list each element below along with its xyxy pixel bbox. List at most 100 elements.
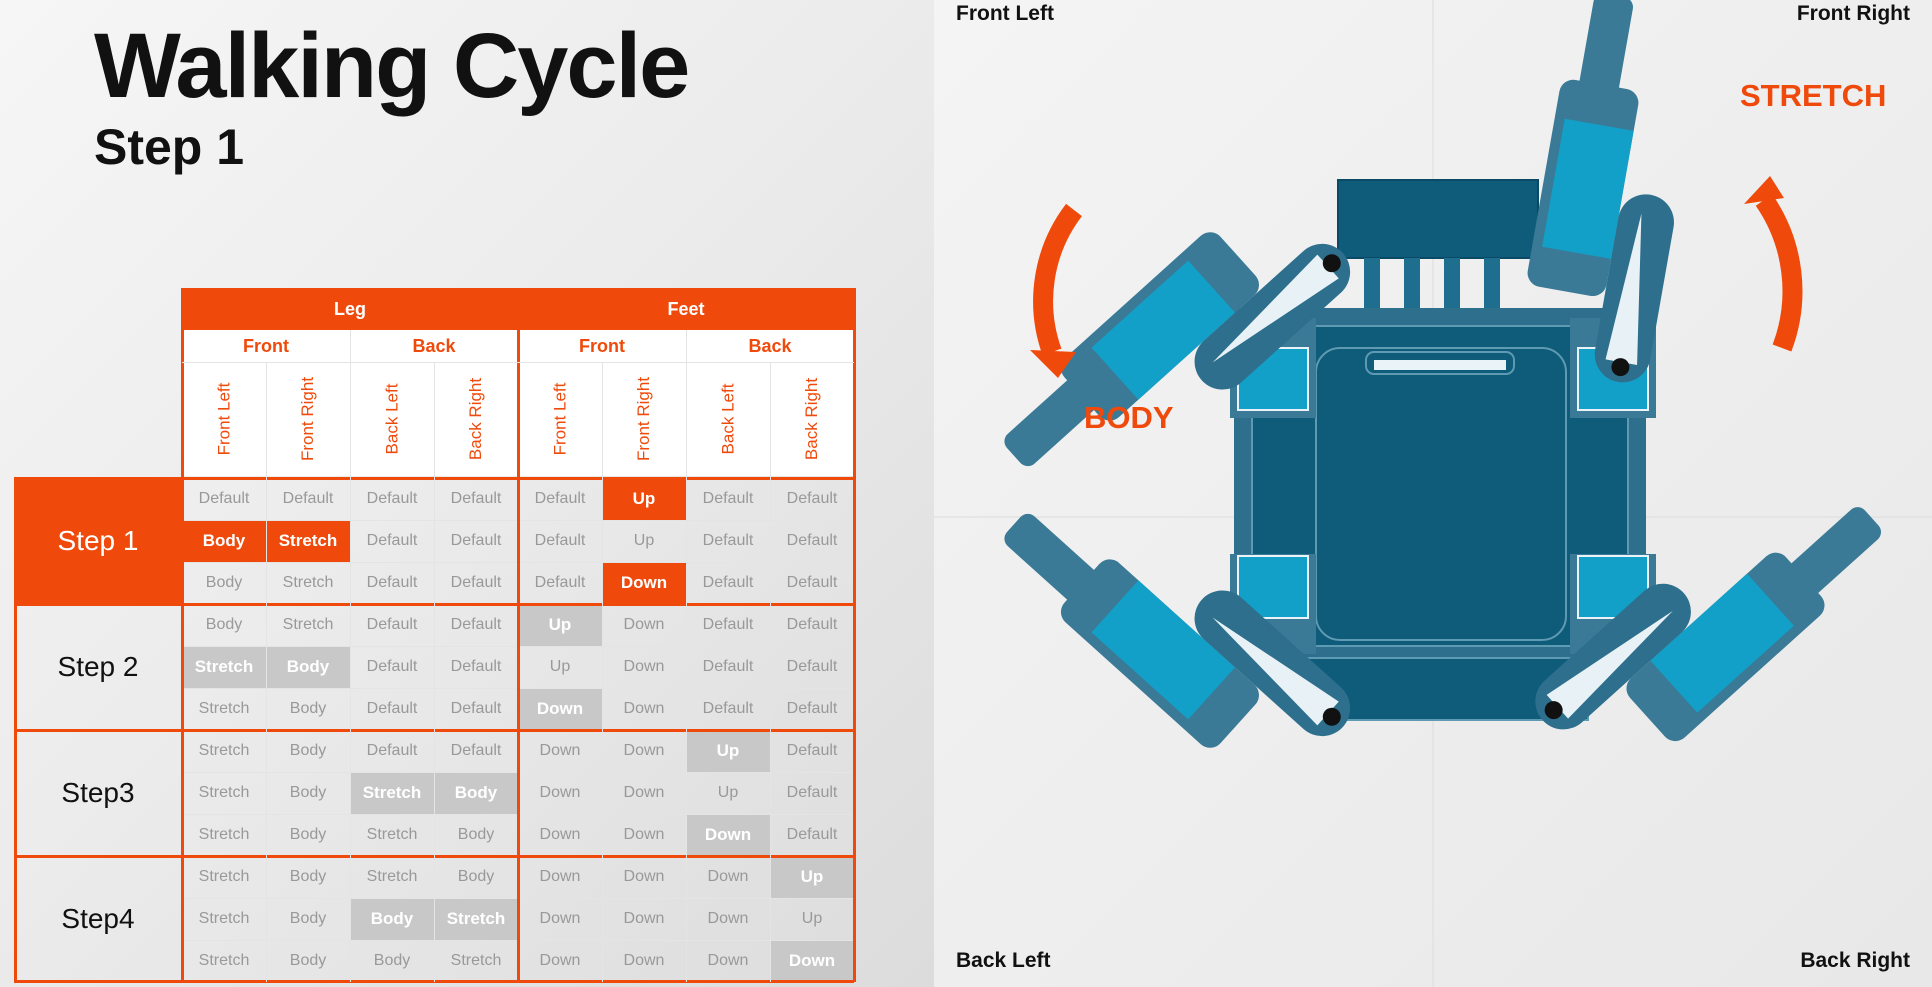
table-cell: Body xyxy=(457,826,495,843)
column-header: Front Right xyxy=(266,362,350,476)
table-cell: Down xyxy=(623,658,665,675)
sub-header: Back xyxy=(350,330,518,362)
table-cell: Default xyxy=(366,700,418,717)
column-divider xyxy=(350,330,351,982)
major-column-divider xyxy=(181,288,184,982)
sub-header: Front xyxy=(182,330,350,362)
table-cell: Down xyxy=(707,868,749,885)
table-cell: Default xyxy=(786,616,838,633)
column-divider xyxy=(770,362,771,982)
table-cell: Down xyxy=(623,616,665,633)
step-column-border xyxy=(14,478,17,982)
table-cell: Down xyxy=(602,562,686,604)
table-cell: Up xyxy=(770,856,854,898)
robot-diagram-panel: Front Left Front Right Back Left Back Ri… xyxy=(934,0,1932,987)
table-cell: Default xyxy=(702,574,754,591)
step-label: Step3 xyxy=(61,777,135,808)
step-label: Step 1 xyxy=(14,478,182,604)
table-cell: Stretch xyxy=(198,868,250,885)
table-cell: Default xyxy=(786,574,838,591)
table-cell: Down xyxy=(539,784,581,801)
stretch-rotation-arrow-icon xyxy=(1744,176,1803,352)
table-cell: Down xyxy=(623,826,665,843)
column-header: Front Left xyxy=(518,362,602,476)
table-cell: Default xyxy=(786,490,838,507)
table-cell: Down xyxy=(623,910,665,927)
table-cell: Stretch xyxy=(350,772,434,814)
group-header: Feet xyxy=(518,288,854,330)
table-cell: Stretch xyxy=(366,868,418,885)
table-cell: Stretch xyxy=(434,898,518,940)
step-label: Step 2 xyxy=(57,651,139,682)
table-cell: Stretch xyxy=(198,910,250,927)
table-cell: Stretch xyxy=(198,784,250,801)
table-cell: Default xyxy=(786,742,838,759)
table-cell: Stretch xyxy=(450,952,502,969)
table-cell: Stretch xyxy=(282,616,334,633)
table-cell: Body xyxy=(350,898,434,940)
body-action-label: BODY xyxy=(1084,400,1174,435)
table-cell: Down xyxy=(770,940,854,982)
table-cell: Body xyxy=(205,574,243,591)
table-cell: Default xyxy=(450,490,502,507)
table-cell: Body xyxy=(289,910,327,927)
table-cell: Default xyxy=(534,574,586,591)
column-divider xyxy=(434,362,435,982)
column-header: Back Right xyxy=(434,362,518,476)
stretch-action-label: STRETCH xyxy=(1740,78,1887,113)
table-cell: Down xyxy=(539,826,581,843)
table-cell: Default xyxy=(366,658,418,675)
table-cell: Down xyxy=(707,910,749,927)
table-cell: Body xyxy=(434,772,518,814)
table-cell: Down xyxy=(539,742,581,759)
table-cell: Down xyxy=(623,868,665,885)
table-cell: Stretch xyxy=(282,574,334,591)
table-cell: Default xyxy=(366,532,418,549)
column-header-label: Front Left xyxy=(213,382,233,456)
table-cell: Default xyxy=(786,784,838,801)
column-header: Front Right xyxy=(602,362,686,476)
table-cell: Body xyxy=(289,952,327,969)
table-cell: Default xyxy=(450,658,502,675)
major-column-divider xyxy=(853,288,856,982)
table-cell: Body xyxy=(205,616,243,633)
table-cell: Default xyxy=(786,826,838,843)
table-cell: Body xyxy=(289,826,327,843)
table-cell: Default xyxy=(450,574,502,591)
column-divider xyxy=(686,330,687,982)
table-cell: Default xyxy=(702,532,754,549)
table-cell: Default xyxy=(366,574,418,591)
table-cell: Default xyxy=(450,616,502,633)
major-column-divider xyxy=(517,288,520,982)
table-cell: Down xyxy=(623,742,665,759)
table-cell: Default xyxy=(198,490,250,507)
table-cell: Up xyxy=(801,910,823,927)
table-cell: Default xyxy=(702,616,754,633)
table-cell: Default xyxy=(702,490,754,507)
table-cell: Stretch xyxy=(198,826,250,843)
group-header: Leg xyxy=(182,288,518,330)
sub-header: Back xyxy=(686,330,854,362)
table-cell: Down xyxy=(539,952,581,969)
table-cell: Down xyxy=(539,868,581,885)
table-cell: Up xyxy=(717,784,739,801)
table-cell: Default xyxy=(534,532,586,549)
column-header: Back Left xyxy=(686,362,770,476)
table-cell: Body xyxy=(266,646,350,688)
table-cell: Body xyxy=(289,868,327,885)
table-cell: Default xyxy=(450,742,502,759)
table-cell: Down xyxy=(623,784,665,801)
table-cell: Body xyxy=(182,520,266,562)
table-cell: Stretch xyxy=(266,520,350,562)
table-cell: Down xyxy=(623,700,665,717)
table-cell: Stretch xyxy=(198,952,250,969)
column-header-label: Front Right xyxy=(298,376,317,462)
body-rotation-arrow-icon xyxy=(1030,203,1083,378)
table-cell: Default xyxy=(366,742,418,759)
table-cell: Down xyxy=(623,952,665,969)
column-divider xyxy=(266,362,267,982)
table-cell: Up xyxy=(518,604,602,646)
table-cell: Default xyxy=(786,532,838,549)
table-cell: Down xyxy=(707,952,749,969)
column-header-label: Front Left xyxy=(549,382,569,456)
